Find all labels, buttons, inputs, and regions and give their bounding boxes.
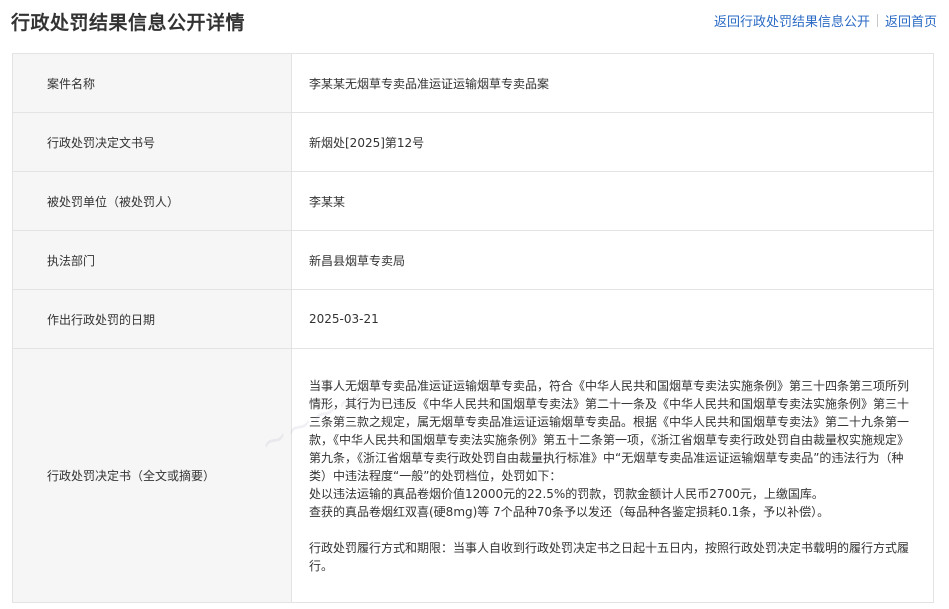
row-value-decision-date: 2025-03-21 (291, 289, 934, 349)
decision-paragraph: 行政处罚履行方式和期限：当事人自收到行政处罚决定书之日起十五日内，按照行政处罚决… (309, 540, 910, 573)
table-row: 案件名称 李某某无烟草专卖品准运证运输烟草专卖品案 (12, 53, 934, 113)
row-value-document-number: 新烟处[2025]第12号 (291, 112, 934, 172)
page: 行政处罚结果信息公开详情 返回行政处罚结果信息公开 返回首页 案件名称 李某某无… (0, 0, 949, 609)
row-value-penalized-party: 李某某 (291, 171, 934, 231)
detail-table: 案件名称 李某某无烟草专卖品准运证运输烟草专卖品案 行政处罚决定文书号 新烟处[… (12, 53, 934, 603)
back-to-home-link[interactable]: 返回首页 (885, 11, 937, 30)
table-row: 作出行政处罚的日期 2025-03-21 (12, 289, 934, 349)
row-value-case-name: 李某某无烟草专卖品准运证运输烟草专卖品案 (291, 53, 934, 113)
back-to-list-link[interactable]: 返回行政处罚结果信息公开 (714, 11, 870, 30)
decision-paragraph: 查获的真品卷烟红双喜(硬8mg)等 7个品种70条予以发还（每品种各鉴定损耗0.… (309, 504, 830, 519)
table-row: 行政处罚决定文书号 新烟处[2025]第12号 (12, 112, 934, 172)
row-label-enforcement-department: 执法部门 (12, 230, 292, 290)
link-divider (876, 14, 878, 27)
table-row: 执法部门 新昌县烟草专卖局 (12, 230, 934, 290)
table-row: 被处罚单位（被处罚人） 李某某 (12, 171, 934, 231)
decision-paragraph: 当事人无烟草专卖品准运证运输烟草专卖品，符合《中华人民共和国烟草专卖法实施条例》… (309, 378, 910, 483)
page-header: 行政处罚结果信息公开详情 返回行政处罚结果信息公开 返回首页 (0, 0, 949, 40)
row-value-decision-text: 当事人无烟草专卖品准运证运输烟草专卖品，符合《中华人民共和国烟草专卖法实施条例》… (291, 348, 934, 603)
page-title: 行政处罚结果信息公开详情 (11, 12, 246, 34)
row-label-decision-text: 行政处罚决定书（全文或摘要） (12, 348, 292, 603)
table-row: 行政处罚决定书（全文或摘要） 当事人无烟草专卖品准运证运输烟草专卖品，符合《中华… (12, 348, 934, 603)
header-links: 返回行政处罚结果信息公开 返回首页 (714, 11, 937, 30)
row-value-enforcement-department: 新昌县烟草专卖局 (291, 230, 934, 290)
decision-paragraph: 处以违法运输的真品卷烟价值12000元的22.5%的罚款，罚款金额计人民币270… (309, 486, 824, 501)
row-label-penalized-party: 被处罚单位（被处罚人） (12, 171, 292, 231)
row-label-decision-date: 作出行政处罚的日期 (12, 289, 292, 349)
row-label-case-name: 案件名称 (12, 53, 292, 113)
row-label-document-number: 行政处罚决定文书号 (12, 112, 292, 172)
